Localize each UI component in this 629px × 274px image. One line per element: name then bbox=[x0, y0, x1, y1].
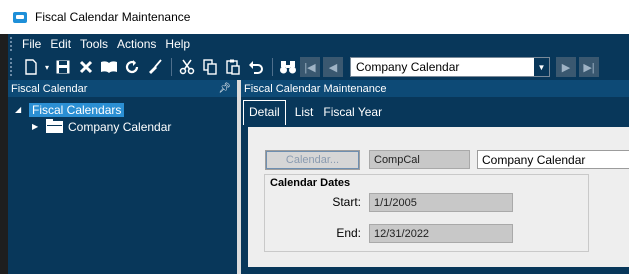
save-icon[interactable] bbox=[52, 56, 74, 78]
right-panel-header: Fiscal Calendar Maintenance bbox=[241, 80, 629, 97]
toolbar-separator bbox=[171, 58, 172, 76]
end-label: End: bbox=[336, 226, 361, 240]
menu-actions[interactable]: Actions bbox=[117, 37, 156, 51]
previous-record-icon[interactable]: ◀ bbox=[323, 57, 343, 77]
left-panel-title: Fiscal Calendar bbox=[11, 82, 88, 95]
refresh-icon[interactable] bbox=[121, 56, 143, 78]
maintenance-panel: Fiscal Calendar Maintenance Detail List … bbox=[241, 80, 629, 274]
record-selector-value: Company Calendar bbox=[356, 60, 460, 74]
chevron-down-icon[interactable]: ▼ bbox=[534, 58, 549, 76]
delete-icon[interactable] bbox=[75, 56, 97, 78]
start-date-field[interactable]: 1/1/2005 bbox=[369, 193, 513, 212]
app-icon bbox=[13, 11, 27, 23]
title-bar: Fiscal Calendar Maintenance bbox=[0, 0, 629, 34]
calendar-dates-group: Calendar Dates Start: 1/1/2005 End: 12/3… bbox=[264, 174, 589, 252]
window-title: Fiscal Calendar Maintenance bbox=[35, 10, 191, 24]
cut-icon[interactable] bbox=[176, 56, 198, 78]
menu-grip-handle[interactable] bbox=[10, 37, 14, 51]
tree-node-company-calendar-label[interactable]: Company Calendar bbox=[68, 120, 171, 134]
calendar-button[interactable]: Calendar... bbox=[265, 150, 360, 170]
menu-help[interactable]: Help bbox=[165, 37, 190, 51]
binoculars-search-icon[interactable] bbox=[277, 56, 299, 78]
tree-node-root-label[interactable]: Fiscal Calendars bbox=[29, 102, 125, 117]
paste-icon[interactable] bbox=[222, 56, 244, 78]
calendar-description-field[interactable]: Company Calendar bbox=[477, 150, 629, 169]
toolbar: ▾ |◀ ◀ Company Calendar ▼ ▶ ▶| bbox=[8, 54, 629, 80]
new-dropdown-icon[interactable]: ▾ bbox=[43, 56, 51, 78]
detail-form: Calendar... CompCal Company Calendar Cal… bbox=[248, 127, 629, 267]
expand-triangle-icon[interactable]: ▶ bbox=[32, 122, 42, 131]
left-panel-header: Fiscal Calendar 📌︎ bbox=[8, 80, 237, 97]
toolbar-grip-handle[interactable] bbox=[10, 58, 14, 76]
undo-icon[interactable] bbox=[245, 56, 267, 78]
next-record-icon[interactable]: ▶ bbox=[556, 57, 576, 77]
menu-file[interactable]: File bbox=[22, 37, 41, 51]
calendar-id-field[interactable]: CompCal bbox=[369, 150, 470, 169]
clear-broom-icon[interactable] bbox=[144, 56, 166, 78]
last-record-icon[interactable]: ▶| bbox=[579, 57, 599, 77]
tab-detail[interactable]: Detail bbox=[243, 100, 286, 125]
tab-list[interactable]: List bbox=[290, 105, 319, 125]
first-record-icon[interactable]: |◀ bbox=[300, 57, 320, 77]
fiscal-calendar-tree-panel: Fiscal Calendar 📌︎ ◢ Fiscal Calendars ▶ … bbox=[8, 80, 237, 274]
tree-view: ◢ Fiscal Calendars ▶ Company Calendar bbox=[8, 97, 237, 135]
collapse-triangle-icon[interactable]: ◢ bbox=[15, 105, 25, 114]
calendar-dates-title: Calendar Dates bbox=[270, 177, 351, 189]
copy-icon[interactable] bbox=[199, 56, 221, 78]
toolbar-separator bbox=[272, 58, 273, 76]
book-icon[interactable] bbox=[98, 56, 120, 78]
record-selector-combo[interactable]: Company Calendar ▼ bbox=[350, 57, 550, 77]
start-label: Start: bbox=[332, 195, 361, 209]
pin-icon[interactable]: 📌︎ bbox=[218, 83, 231, 94]
tab-content: Calendar... CompCal Company Calendar Cal… bbox=[241, 125, 629, 274]
tab-fiscal-year[interactable]: Fiscal Year bbox=[318, 105, 387, 125]
right-panel-title: Fiscal Calendar Maintenance bbox=[244, 82, 387, 95]
tree-node-company-calendar[interactable]: ▶ Company Calendar bbox=[8, 118, 237, 135]
tree-node-root[interactable]: ◢ Fiscal Calendars bbox=[8, 101, 237, 118]
menu-edit[interactable]: Edit bbox=[50, 37, 71, 51]
end-date-field[interactable]: 12/31/2022 bbox=[369, 224, 513, 243]
menu-bar: File Edit Tools Actions Help bbox=[8, 34, 629, 54]
folder-icon bbox=[46, 118, 63, 133]
menu-tools[interactable]: Tools bbox=[80, 37, 108, 51]
new-icon[interactable] bbox=[20, 56, 42, 78]
tab-strip: Detail List Fiscal Year bbox=[241, 98, 629, 125]
